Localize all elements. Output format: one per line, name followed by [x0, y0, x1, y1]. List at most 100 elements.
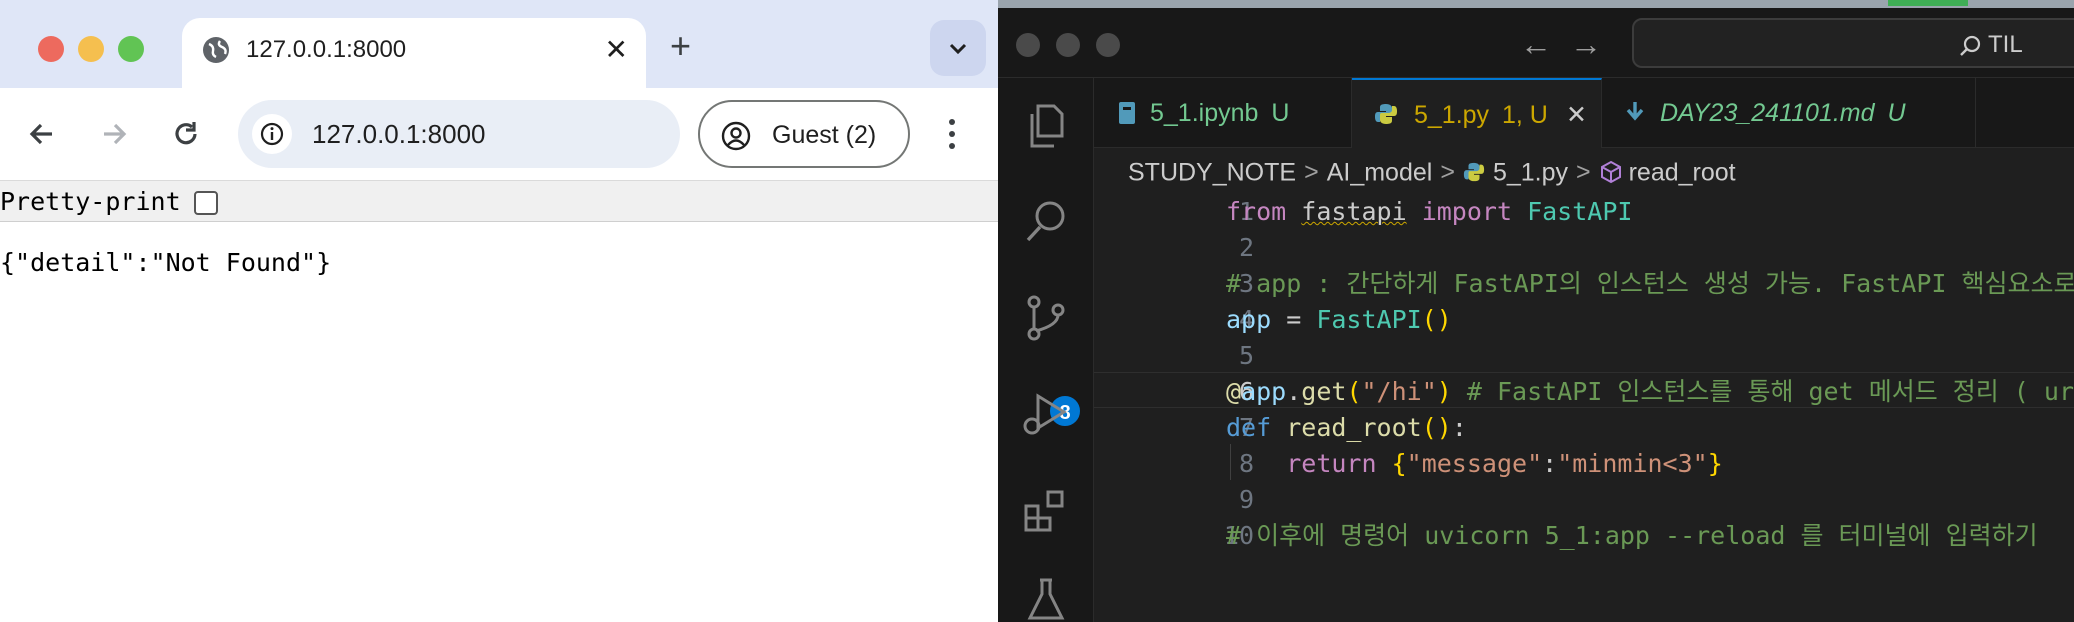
comment: # app : 간단하게 FastAPI의 인스턴스 생성 가능. FastAP… — [1226, 269, 2074, 298]
line-number: 9 — [1238, 485, 1254, 514]
string-literal: "/hi" — [1361, 377, 1437, 406]
punctuation: : — [1542, 449, 1558, 478]
window-close-button[interactable] — [38, 36, 64, 62]
bracket: ( — [1421, 413, 1437, 442]
keyword: def — [1226, 413, 1272, 442]
code-line-6: @app.get("/hi") # FastAPI 인스턴스를 통해 get 메… — [1226, 374, 2074, 410]
code-line-1: from fastapi import FastAPI — [1226, 194, 1632, 230]
tab-5-1-ipynb[interactable]: 5_1.ipynb U — [1094, 78, 1352, 148]
bracket: ( — [1421, 305, 1437, 334]
code-line-3: # app : 간단하게 FastAPI의 인스턴스 생성 가능. FastAP… — [1226, 266, 2074, 302]
python-icon — [1463, 163, 1485, 182]
keyword: from — [1226, 197, 1287, 226]
variable: app — [1226, 305, 1272, 334]
tab-filename: DAY23_241101.md — [1660, 99, 1875, 127]
address-bar[interactable]: 127.0.0.1:8000 — [238, 100, 680, 168]
breadcrumb-item[interactable]: AI_model — [1327, 158, 1433, 186]
explorer-icon[interactable] — [1020, 100, 1072, 152]
variable: app — [1241, 377, 1287, 406]
window-maximize-button[interactable] — [118, 36, 144, 62]
nav-forward-icon[interactable]: → — [1570, 26, 1602, 62]
tab-5-1-py[interactable]: 5_1.py 1, U ✕ — [1352, 78, 1602, 148]
vscode-title-bar: ← → TIL — [998, 8, 2074, 78]
breadcrumb-separator: > — [1576, 158, 1591, 187]
breadcrumb-separator: > — [1440, 158, 1455, 187]
python-icon — [1375, 104, 1397, 124]
profile-button[interactable]: Guest (2) — [698, 100, 910, 168]
string-literal: "minmin<3" — [1557, 449, 1708, 478]
more-vert-icon[interactable] — [944, 116, 960, 152]
activity-bar: 8 — [998, 78, 1094, 622]
json-response: {"detail":"Not Found"} — [0, 248, 332, 277]
tab-filename: 5_1.py — [1414, 101, 1490, 129]
run-debug-icon[interactable] — [1020, 388, 1072, 440]
code-line-8: return {"message":"minmin<3"} — [1226, 446, 1723, 482]
class-name: FastAPI — [1527, 197, 1633, 226]
cube-symbol-icon — [1600, 161, 1621, 184]
bracket: { — [1391, 449, 1407, 478]
window-maximize-button[interactable] — [1096, 33, 1120, 57]
site-info-button[interactable] — [252, 114, 292, 154]
source-control-icon[interactable] — [1020, 292, 1072, 344]
tab-status: U — [1887, 99, 1906, 127]
extensions-icon[interactable] — [1020, 484, 1072, 536]
vscode-window: ← → TIL 8 5_1.ipynb U 5_1.py 1, U ✕ DAY2… — [998, 0, 2074, 622]
browser-tab-title: 127.0.0.1:8000 — [246, 36, 407, 63]
search-icon[interactable] — [1020, 196, 1072, 248]
info-icon — [260, 122, 284, 146]
search-icon — [1960, 35, 1981, 56]
bracket: ) — [1436, 305, 1452, 334]
function-name: read_root — [1286, 413, 1422, 442]
notebook-icon — [1119, 102, 1135, 124]
keyword: return — [1286, 449, 1377, 478]
string-literal: "message" — [1406, 449, 1543, 478]
bracket: } — [1707, 449, 1723, 478]
window-minimize-button[interactable] — [78, 36, 104, 62]
breadcrumb-item[interactable]: read_root — [1629, 158, 1736, 186]
operator: . — [1286, 377, 1302, 406]
new-tab-button[interactable]: + — [670, 26, 691, 66]
operator: = — [1271, 305, 1317, 334]
module-name: fastapi — [1301, 197, 1407, 226]
pretty-print-checkbox[interactable] — [194, 191, 218, 215]
punctuation: : — [1451, 413, 1467, 442]
breadcrumb-separator: > — [1304, 158, 1319, 187]
window-minimize-button[interactable] — [1056, 33, 1080, 57]
nav-back-icon[interactable]: ← — [1520, 26, 1552, 62]
line-number: 2 — [1238, 233, 1254, 262]
browser-window: 127.0.0.1:8000 ✕ + 127.0.0.1:8000 Guest … — [0, 0, 998, 622]
tab-status: 1, U — [1502, 101, 1548, 129]
tab-day23-md[interactable]: DAY23_241101.md U — [1602, 78, 1976, 148]
command-center[interactable]: TIL — [1632, 18, 2074, 68]
line-number: 5 — [1238, 341, 1254, 370]
forward-arrow-icon[interactable] — [96, 116, 132, 152]
globe-icon — [203, 37, 229, 63]
tab-search-button[interactable] — [930, 20, 986, 76]
back-arrow-icon[interactable] — [24, 116, 60, 152]
profile-label: Guest (2) — [772, 121, 877, 149]
tab-close-button[interactable]: ✕ — [1566, 101, 1587, 129]
code-line-10: # 이후에 명령어 uvicorn 5_1:app --reload 를 터미널… — [1226, 518, 2038, 554]
function-name: get — [1301, 377, 1347, 406]
tab-filename: 5_1.ipynb — [1150, 99, 1259, 127]
reload-icon[interactable] — [168, 116, 204, 152]
code-line-4: app = FastAPI() — [1226, 302, 1452, 338]
testing-flask-icon[interactable] — [1020, 574, 1072, 622]
window-close-button[interactable] — [1016, 33, 1040, 57]
browser-toolbar: 127.0.0.1:8000 Guest (2) — [0, 88, 998, 180]
breadcrumb-item[interactable]: 5_1.py — [1493, 158, 1568, 186]
pretty-print-bar: Pretty-print — [0, 180, 998, 222]
keyword: import — [1421, 197, 1513, 226]
decorator: @ — [1226, 377, 1242, 406]
markdown-icon — [1626, 102, 1644, 121]
tab-close-button[interactable]: ✕ — [605, 36, 628, 64]
browser-tab-active[interactable]: 127.0.0.1:8000 ✕ — [182, 18, 646, 90]
bracket: ) — [1436, 413, 1452, 442]
code-line-7: def read_root(): — [1226, 410, 1467, 446]
user-icon — [721, 121, 751, 151]
breadcrumb-item[interactable]: STUDY_NOTE — [1128, 158, 1296, 186]
address-url: 127.0.0.1:8000 — [312, 119, 486, 149]
command-center-label: TIL — [1988, 31, 2023, 58]
editor-tabs: 5_1.ipynb U 5_1.py 1, U ✕ DAY23_241101.m… — [1094, 78, 2074, 148]
comment: # FastAPI 인스턴스를 통해 get 메서드 정리 ( url로 — [1451, 377, 2074, 406]
